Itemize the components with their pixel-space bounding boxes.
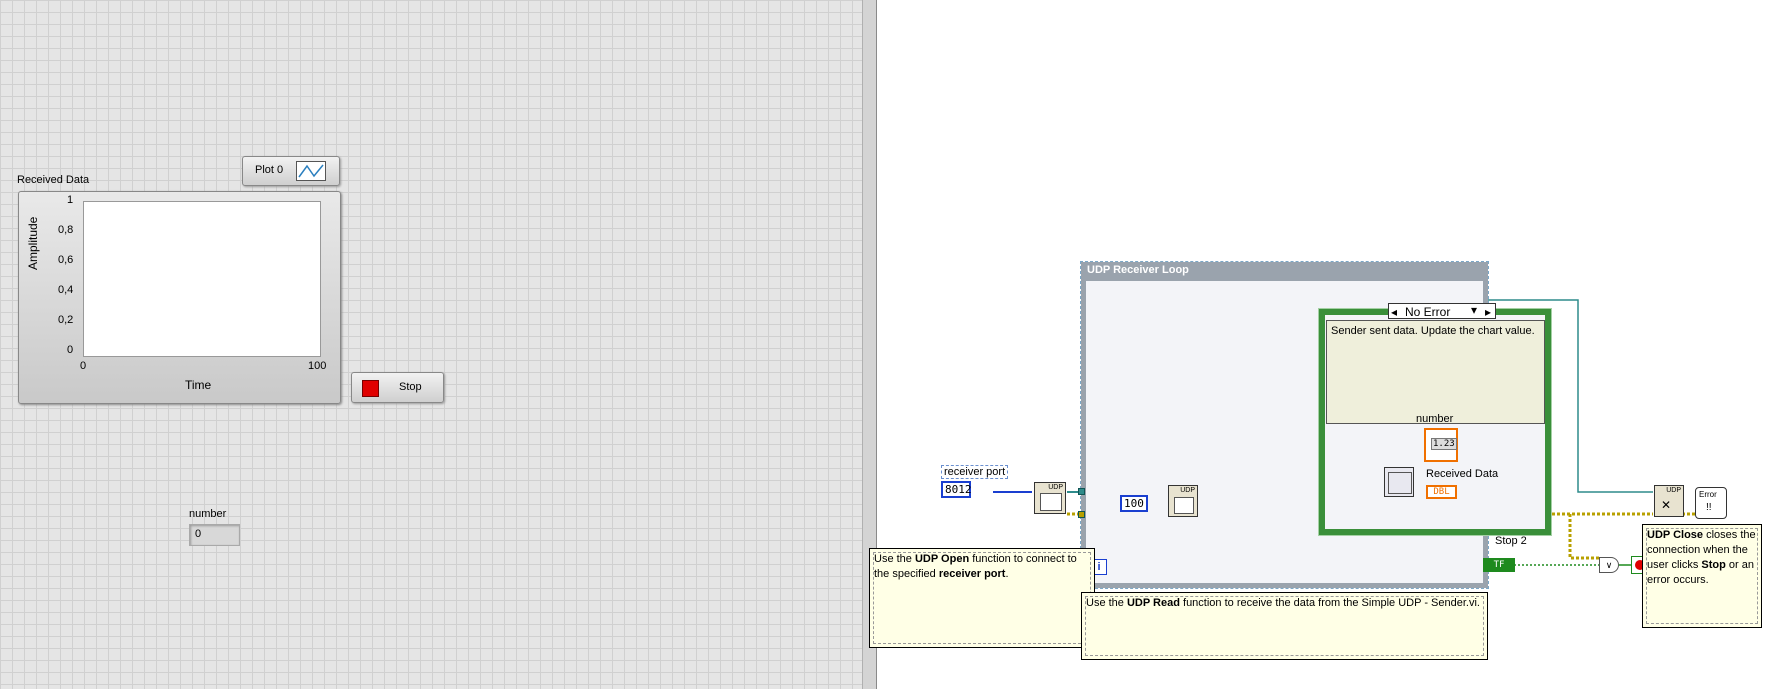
or-function-icon[interactable]: ∨ xyxy=(1599,557,1619,573)
x-tick: 0 xyxy=(80,360,87,372)
stop2-terminal: TF xyxy=(1483,558,1515,572)
loop-title: UDP Receiver Loop xyxy=(1087,264,1189,276)
plot-legend[interactable]: Plot 0 xyxy=(242,156,340,186)
loop-error-tunnel xyxy=(1078,511,1085,518)
timeout-constant[interactable]: 100 xyxy=(1120,495,1148,512)
received-data-terminal: DBL xyxy=(1426,485,1457,499)
comment-udp-open[interactable]: Use the UDP Open function to connect to … xyxy=(869,548,1095,648)
loop-refnum-tunnel xyxy=(1078,488,1085,495)
comment-udp-read[interactable]: Use the UDP Read function to receive the… xyxy=(1081,592,1488,660)
x-axis-label: Time xyxy=(185,378,212,392)
comment-text: Use the xyxy=(874,553,915,565)
comment-bold: UDP Open xyxy=(914,553,970,565)
udp-close-icon: ✕ xyxy=(1661,498,1672,512)
udp-open-node[interactable]: UDP xyxy=(1034,482,1066,514)
case-selector[interactable]: ◂ No Error ▾ ▸ xyxy=(1388,303,1496,319)
udp-close-node[interactable]: UDP ✕ xyxy=(1654,485,1684,517)
y-tick: 0,4 xyxy=(58,284,74,296)
udp-open-node-label: UDP xyxy=(1048,484,1063,491)
x-tick: 100 xyxy=(308,360,327,372)
plot-legend-label: Plot 0 xyxy=(255,164,284,176)
plot-area[interactable] xyxy=(83,201,321,357)
comment-text: function to receive the data from the Si… xyxy=(1179,597,1480,609)
block-diagram: receiver port 8012 UDP UDP Receiver Loop… xyxy=(869,0,1789,689)
case-comment-text: Sender sent data. Update the chart value… xyxy=(1331,325,1535,337)
received-data-label: Received Data xyxy=(1426,468,1499,480)
comment-udp-close[interactable]: UDP Close closes the connection when the… xyxy=(1642,524,1762,628)
error-node-icon: !! xyxy=(1706,502,1712,513)
number-indicator: 0 xyxy=(189,524,240,546)
stop2-label: Stop 2 xyxy=(1495,535,1527,547)
case-selector-label: No Error xyxy=(1405,305,1451,319)
front-panel: Received Data Plot 0 1 0,8 0,6 0,4 0,2 0… xyxy=(0,0,862,689)
y-tick: 0,8 xyxy=(58,224,74,236)
error-node-label: Error xyxy=(1699,490,1717,499)
udp-close-node-label: UDP xyxy=(1666,487,1681,494)
comment-bold: UDP Close xyxy=(1647,529,1704,541)
stop-led-icon xyxy=(362,380,379,397)
line-style-icon xyxy=(296,161,326,181)
udp-read-icon xyxy=(1174,497,1194,514)
y-tick: 1 xyxy=(67,194,74,206)
waveform-icon xyxy=(1388,472,1412,494)
simple-error-handler-node[interactable]: Error !! xyxy=(1695,487,1727,519)
comment-text: Use the xyxy=(1086,597,1127,609)
chart-label: Received Data xyxy=(17,174,90,186)
number-indicator-glyph: 1.23 xyxy=(1431,438,1457,450)
comment-bold: Stop xyxy=(1701,559,1726,571)
y-tick: 0 xyxy=(67,344,74,356)
number-label: number xyxy=(189,508,227,520)
case-dropdown-icon[interactable]: ▾ xyxy=(1471,303,1477,317)
number-indicator-label: number xyxy=(1416,413,1454,425)
stop-button[interactable]: Stop xyxy=(351,372,444,403)
build-waveform-node[interactable] xyxy=(1384,467,1414,497)
udp-read-node[interactable]: UDP xyxy=(1168,485,1198,517)
stop-button-label: Stop xyxy=(399,381,422,393)
y-tick: 0,2 xyxy=(58,314,74,326)
comment-text: . xyxy=(1005,568,1009,580)
comment-bold: receiver port xyxy=(938,568,1006,580)
number-indicator-terminal: 1.23 xyxy=(1424,428,1458,462)
udp-read-node-label: UDP xyxy=(1180,487,1195,494)
receiver-port-control[interactable]: 8012 xyxy=(941,481,972,498)
y-axis-label: Amplitude xyxy=(26,216,40,270)
comment-bold: UDP Read xyxy=(1126,597,1180,609)
y-tick: 0,6 xyxy=(58,254,74,266)
case-comment[interactable]: Sender sent data. Update the chart value… xyxy=(1326,320,1545,424)
receiver-port-label: receiver port xyxy=(941,465,1009,479)
udp-open-icon xyxy=(1040,493,1062,511)
case-decrement-icon[interactable]: ◂ xyxy=(1391,305,1397,319)
case-increment-icon[interactable]: ▸ xyxy=(1485,305,1491,319)
